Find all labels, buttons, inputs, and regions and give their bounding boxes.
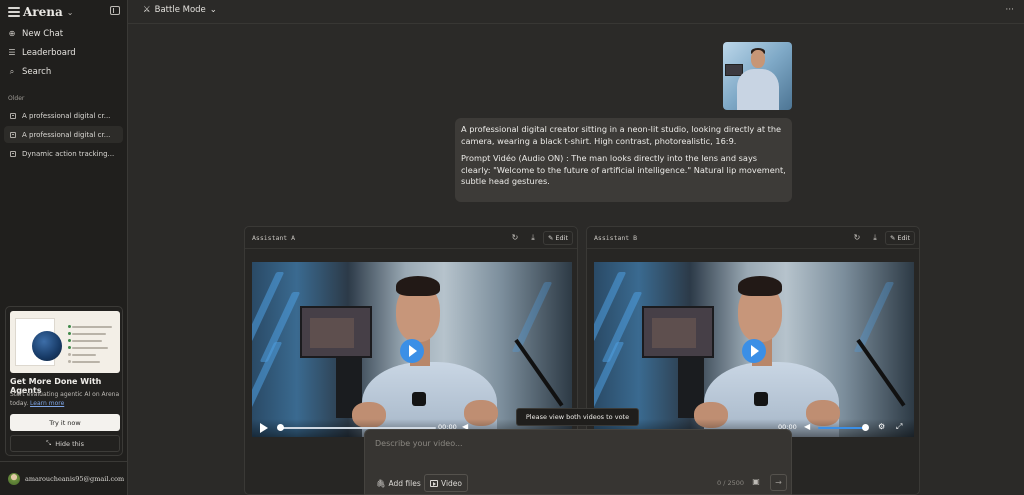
user-account[interactable]: amaroucheanis95@gmail.com [0, 461, 128, 495]
video-player[interactable]: 00:00 ◀ ⚙ ⤢ [594, 262, 914, 437]
mode-label: Battle Mode [154, 5, 206, 15]
pencil-icon: ✎ [547, 234, 554, 242]
brand-logo[interactable]: Arena ⌄ [8, 5, 73, 19]
learn-more-link[interactable]: Learn more [30, 400, 64, 407]
pencil-icon: ✎ [889, 234, 896, 242]
history-item[interactable]: Dynamic action tracking... [4, 145, 123, 162]
leaderboard-icon: ☰ [8, 48, 16, 57]
search-button[interactable]: ⌕ Search [8, 67, 51, 77]
battle-mode-selector[interactable]: ⚔ Battle Mode ⌄ [143, 5, 217, 15]
download-icon[interactable]: ⤓ [869, 232, 881, 244]
hide-icon: ⤡ [46, 439, 52, 447]
history-item-label: Dynamic action tracking... [22, 149, 115, 158]
search-icon: ⌕ [9, 67, 15, 76]
chat-icon [10, 112, 16, 119]
regenerate-icon[interactable]: ↻ [851, 232, 863, 244]
hide-promo-button[interactable]: ⤡ Hide this [10, 435, 120, 452]
fullscreen-icon[interactable]: ⤢ [896, 422, 902, 432]
top-bar: ⚔ Battle Mode ⌄ ··· [128, 0, 1024, 24]
assistant-name: Assistant A [252, 234, 296, 242]
chat-icon [10, 150, 16, 157]
chat-icon [10, 131, 16, 138]
volume-icon[interactable]: ◀ [804, 422, 810, 431]
sidebar-toggle-icon[interactable] [110, 6, 120, 15]
avatar [8, 472, 20, 485]
volume-handle[interactable] [862, 424, 869, 431]
panel-header: Assistant B ↻ ⤓ ✎ Edit [587, 227, 919, 249]
new-chat-button[interactable]: ⊕ New Chat [8, 29, 63, 39]
play-overlay-icon[interactable] [400, 339, 424, 363]
history-item-label: A professional digital cr... [22, 130, 111, 139]
promo-image [10, 311, 120, 373]
leaderboard-label: Leaderboard [22, 48, 76, 58]
agents-promo-card: Get More Done With Agents Start evaluati… [5, 306, 123, 456]
swords-icon: ⚔ [143, 5, 151, 15]
edit-label: Edit [555, 234, 568, 242]
volume-slider[interactable] [818, 427, 864, 429]
brand-name: Arena [23, 5, 63, 19]
message-paragraph: Prompt Vidéo (Audio ON) : The man looks … [461, 153, 786, 187]
add-files-label: Add files [388, 478, 421, 488]
play-icon[interactable] [260, 423, 268, 433]
regenerate-icon[interactable]: ↻ [509, 232, 521, 244]
new-chat-label: New Chat [22, 29, 64, 39]
edit-button[interactable]: ✎ Edit [884, 231, 915, 245]
vote-tooltip: Please view both videos to vote [516, 408, 639, 426]
message-paragraph: A professional digital creator sitting i… [461, 124, 782, 146]
assistant-name: Assistant B [594, 234, 638, 242]
edit-button[interactable]: ✎ Edit [542, 231, 573, 245]
chevron-down-icon: ⌄ [66, 7, 74, 17]
settings-icon[interactable]: ⚙ [878, 422, 885, 431]
paperclip-icon: 🖇 [376, 478, 386, 488]
attached-image-thumbnail[interactable] [723, 42, 792, 110]
chevron-down-icon: ⌄ [209, 5, 217, 15]
edit-label: Edit [897, 234, 910, 242]
image-upload-icon[interactable]: ▣ [750, 476, 762, 488]
hide-label: Hide this [55, 439, 84, 448]
seek-handle[interactable] [277, 424, 284, 431]
leaderboard-button[interactable]: ☰ Leaderboard [8, 48, 76, 58]
new-chat-icon: ⊕ [8, 29, 16, 38]
video-mode-button[interactable]: Video [424, 474, 469, 492]
try-it-now-button[interactable]: Try it now [10, 414, 120, 431]
history-item[interactable]: A professional digital cr... [4, 126, 123, 143]
prompt-composer: 🖇 Add files Video 0 / 2500 ▣ → [364, 429, 792, 495]
panel-header: Assistant A ↻ ⤓ ✎ Edit [245, 227, 577, 249]
download-icon[interactable]: ⤓ [527, 232, 539, 244]
search-label: Search [22, 67, 52, 77]
prompt-input[interactable] [375, 439, 775, 448]
video-mode-label: Video [441, 478, 463, 488]
add-files-button[interactable]: 🖇 Add files [373, 475, 424, 491]
video-icon [430, 479, 438, 487]
play-overlay-icon[interactable] [742, 339, 766, 363]
send-button[interactable]: → [770, 474, 787, 491]
promo-description: Start evaluating agentic AI on Arena tod… [10, 390, 120, 408]
character-count: 0 / 2500 [717, 479, 744, 487]
promo-desc-text: Start evaluating agentic AI on Arena tod… [10, 391, 120, 407]
sidebar: Arena ⌄ ⊕ New Chat ☰ Leaderboard ⌕ Searc… [0, 0, 128, 495]
user-message: A professional digital creator sitting i… [455, 118, 792, 202]
arena-logo-icon [8, 7, 20, 17]
history-item[interactable]: A professional digital cr... [4, 107, 123, 124]
older-section-label: Older [8, 95, 25, 102]
user-email: amaroucheanis95@gmail.com [25, 474, 125, 483]
history-item-label: A professional digital cr... [22, 111, 111, 120]
more-options-icon[interactable]: ··· [1005, 5, 1014, 15]
